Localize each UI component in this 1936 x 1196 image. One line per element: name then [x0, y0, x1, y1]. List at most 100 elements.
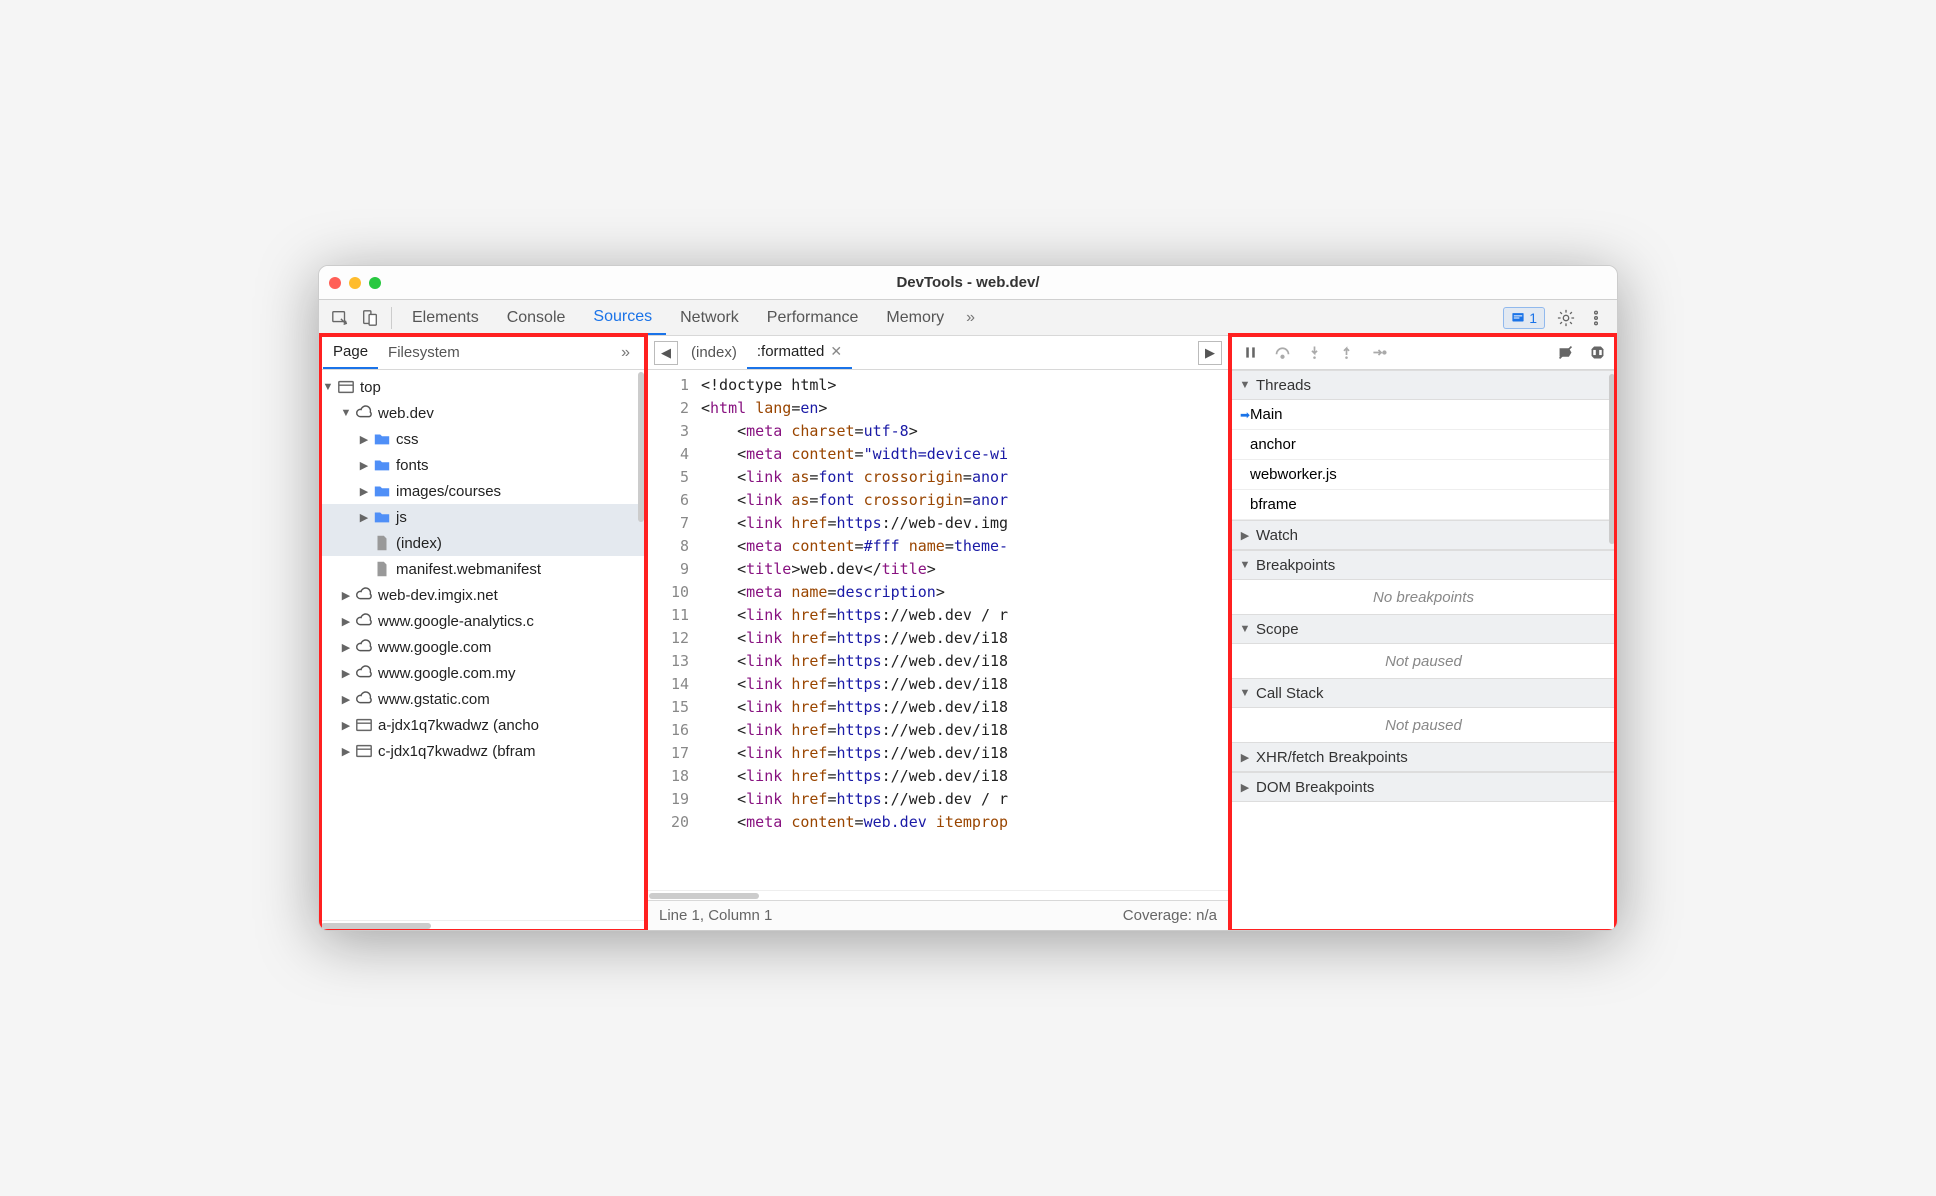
tree-item[interactable]: ▶fonts: [319, 452, 646, 478]
tab-sources[interactable]: Sources: [579, 300, 666, 335]
deactivate-breakpoints-icon[interactable]: [1551, 339, 1579, 367]
disclosure-triangle-icon[interactable]: ▶: [357, 537, 371, 550]
editor-pane: ◀ (index) :formatted✕ ▶ 12345678910111213…: [647, 336, 1229, 930]
thread-item[interactable]: webworker.js: [1230, 460, 1617, 490]
settings-gear-icon[interactable]: [1551, 303, 1581, 333]
tree-item[interactable]: ▶a-jdx1q7kwadwz (ancho: [319, 712, 646, 738]
section-callstack[interactable]: ▼ Call Stack: [1230, 678, 1617, 708]
tree-item[interactable]: ▶www.gstatic.com: [319, 686, 646, 712]
tree-item[interactable]: ▶ (index): [319, 530, 646, 556]
step-into-icon[interactable]: [1300, 339, 1328, 367]
navtab-page[interactable]: Page: [323, 336, 378, 369]
navtab-filesystem[interactable]: Filesystem: [378, 336, 470, 369]
tree-item[interactable]: ▶ js: [319, 504, 646, 530]
disclosure-triangle-icon[interactable]: ▶: [357, 563, 371, 576]
step-icon[interactable]: [1364, 339, 1392, 367]
disclosure-triangle-icon[interactable]: ▼: [339, 407, 353, 419]
disclosure-triangle-icon[interactable]: ▼: [1238, 687, 1252, 699]
thread-item[interactable]: anchor: [1230, 430, 1617, 460]
thread-item[interactable]: Main: [1230, 400, 1617, 430]
disclosure-triangle-icon[interactable]: ▼: [1238, 623, 1252, 635]
disclosure-triangle-icon[interactable]: ▶: [339, 745, 353, 758]
disclosure-triangle-icon[interactable]: ▶: [339, 615, 353, 628]
inspect-element-icon[interactable]: [325, 303, 355, 333]
file-tab-label: (index): [691, 344, 737, 361]
section-label: Call Stack: [1256, 685, 1324, 702]
tree-item[interactable]: ▶www.google-analytics.c: [319, 608, 646, 634]
section-label: Breakpoints: [1256, 557, 1335, 574]
close-tab-icon[interactable]: ✕: [830, 343, 842, 360]
tab-memory[interactable]: Memory: [872, 300, 958, 335]
issues-badge[interactable]: 1: [1503, 307, 1545, 329]
disclosure-triangle-icon[interactable]: ▶: [1238, 529, 1252, 542]
callstack-empty: Not paused: [1230, 708, 1617, 742]
tab-performance[interactable]: Performance: [753, 300, 873, 335]
disclosure-triangle-icon[interactable]: ▶: [339, 693, 353, 706]
nav-next-icon[interactable]: ▶: [1198, 341, 1222, 365]
nav-prev-icon[interactable]: ◀: [654, 341, 678, 365]
step-over-icon[interactable]: [1268, 339, 1296, 367]
disclosure-triangle-icon[interactable]: ▼: [321, 381, 335, 393]
tab-network[interactable]: Network: [666, 300, 753, 335]
section-breakpoints[interactable]: ▼ Breakpoints: [1230, 550, 1617, 580]
code-editor[interactable]: 1234567891011121314151617181920 <!doctyp…: [647, 370, 1229, 890]
tree-item[interactable]: ▶www.google.com: [319, 634, 646, 660]
tab-elements[interactable]: Elements: [398, 300, 493, 335]
file-tab[interactable]: :formatted✕: [747, 336, 852, 369]
issues-count: 1: [1529, 310, 1537, 326]
breakpoints-empty: No breakpoints: [1230, 580, 1617, 614]
navigator-tabs: PageFilesystem »: [319, 336, 646, 370]
disclosure-triangle-icon[interactable]: ▶: [339, 667, 353, 680]
scrollbar-horizontal[interactable]: [319, 920, 646, 930]
more-nav-tabs-icon[interactable]: »: [613, 344, 638, 362]
section-dom[interactable]: ▶DOM Breakpoints: [1230, 772, 1617, 802]
section-threads[interactable]: ▼Threads: [1230, 370, 1617, 400]
kebab-menu-icon[interactable]: [1581, 303, 1611, 333]
device-toggle-icon[interactable]: [355, 303, 385, 333]
tree-item[interactable]: ▼ top: [319, 374, 646, 400]
main-area: PageFilesystem » ▼top▼web.dev▶css▶fonts▶…: [319, 336, 1617, 930]
editor-tabs: ◀ (index) :formatted✕ ▶: [647, 336, 1229, 370]
disclosure-triangle-icon[interactable]: ▶: [357, 511, 371, 524]
section-label: Watch: [1256, 527, 1298, 544]
coverage-status: Coverage: n/a: [1123, 907, 1217, 924]
debugger-scrollbar[interactable]: [1609, 374, 1615, 544]
section-watch[interactable]: ▶ Watch: [1230, 520, 1617, 550]
window-title: DevTools - web.dev/: [319, 274, 1617, 291]
disclosure-triangle-icon[interactable]: ▼: [1238, 379, 1252, 391]
disclosure-triangle-icon[interactable]: ▶: [1238, 751, 1252, 764]
disclosure-triangle-icon[interactable]: ▶: [357, 485, 371, 498]
tree-item-label: top: [360, 379, 381, 396]
tree-item[interactable]: ▶css: [319, 426, 646, 452]
pause-on-exceptions-icon[interactable]: [1583, 339, 1611, 367]
tree-item-label: manifest.webmanifest: [396, 561, 541, 578]
disclosure-triangle-icon[interactable]: ▶: [357, 433, 371, 446]
editor-scrollbar-horizontal[interactable]: [647, 890, 1229, 900]
tab-console[interactable]: Console: [493, 300, 580, 335]
disclosure-triangle-icon[interactable]: ▶: [339, 719, 353, 732]
disclosure-triangle-icon[interactable]: ▶: [339, 589, 353, 602]
file-tree[interactable]: ▼top▼web.dev▶css▶fonts▶images/courses▶js…: [319, 370, 646, 920]
section-xhr[interactable]: ▶XHR/fetch Breakpoints: [1230, 742, 1617, 772]
tree-item[interactable]: ▼web.dev: [319, 400, 646, 426]
step-out-icon[interactable]: [1332, 339, 1360, 367]
section-scope[interactable]: ▼Scope: [1230, 614, 1617, 644]
disclosure-triangle-icon[interactable]: ▶: [339, 641, 353, 654]
tree-item[interactable]: ▶ manifest.webmanifest: [319, 556, 646, 582]
disclosure-triangle-icon[interactable]: ▶: [357, 459, 371, 472]
tree-item[interactable]: ▶web-dev.imgix.net: [319, 582, 646, 608]
file-tab[interactable]: (index): [681, 336, 747, 369]
more-tabs-icon[interactable]: »: [958, 309, 983, 327]
thread-item[interactable]: bframe: [1230, 490, 1617, 520]
tree-item-label: js: [396, 509, 407, 526]
disclosure-triangle-icon[interactable]: ▼: [1238, 559, 1252, 571]
tree-item[interactable]: ▶c-jdx1q7kwadwz (bfram: [319, 738, 646, 764]
debugger-sections: ▼ThreadsMainanchorwebworker.jsbframe ▶ Wat…: [1230, 370, 1617, 802]
scrollbar-vertical[interactable]: [638, 372, 644, 522]
tree-item[interactable]: ▶images/courses: [319, 478, 646, 504]
tree-item[interactable]: ▶www.google.com.my: [319, 660, 646, 686]
tree-item-label: (index): [396, 535, 442, 552]
code-content[interactable]: <!doctype html><html lang=en> <meta char…: [697, 370, 1008, 890]
disclosure-triangle-icon[interactable]: ▶: [1238, 781, 1252, 794]
pause-icon[interactable]: [1236, 339, 1264, 367]
